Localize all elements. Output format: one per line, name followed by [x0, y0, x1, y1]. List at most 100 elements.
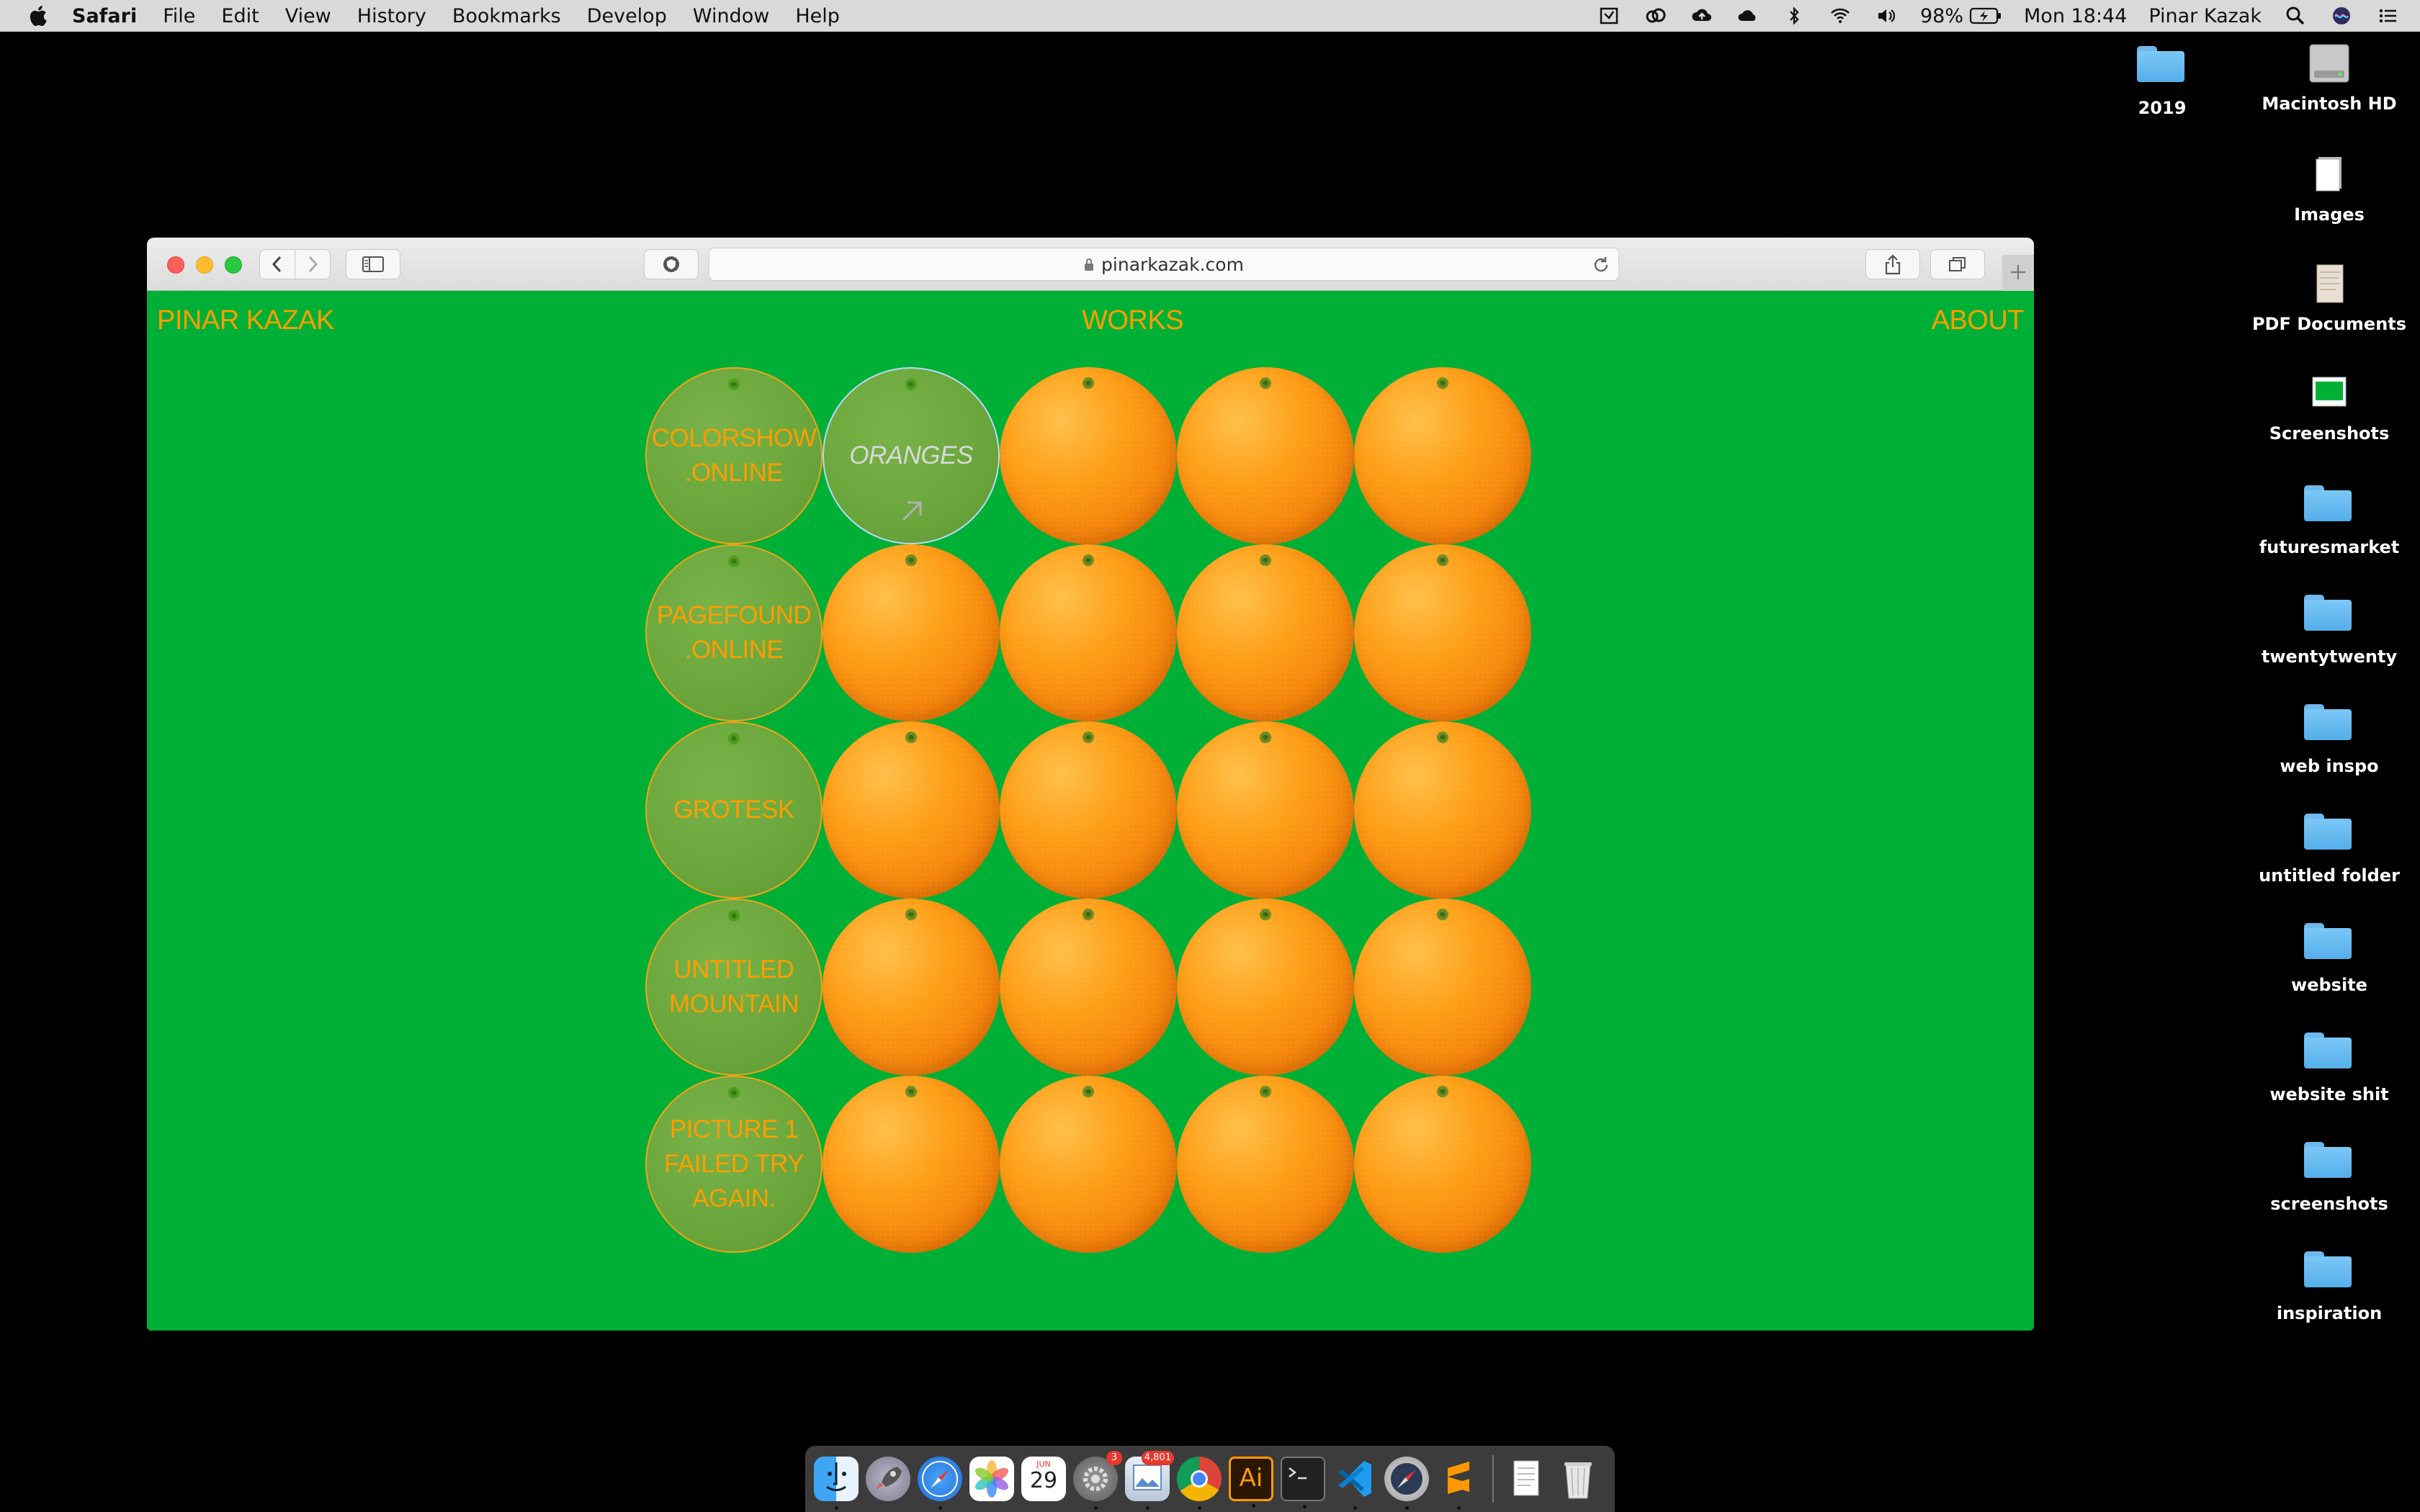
vscode-icon: [1338, 1461, 1371, 1497]
forward-button[interactable]: [295, 249, 331, 279]
menu-window[interactable]: Window: [693, 5, 769, 27]
work-title-line: COLORSHOW: [651, 424, 817, 452]
work-title-line: GROTESK: [673, 796, 794, 824]
desktop-item-screenshots-folder[interactable]: screenshots: [2243, 1138, 2416, 1214]
zoom-window-button[interactable]: [225, 256, 242, 274]
orange-image: [1177, 721, 1354, 899]
desktop-item-pdf-documents[interactable]: PDF Documents: [2243, 262, 2416, 334]
menu-develop[interactable]: Develop: [587, 5, 667, 27]
screen-capture-icon[interactable]: [1597, 5, 1622, 27]
desktop-item-web-inspo[interactable]: web inspo: [2243, 700, 2416, 776]
hard-drive-icon: [2309, 44, 2349, 83]
web-page: PINAR KAZAK WORKS ABOUT COLORSHOW .ONLINE…: [147, 291, 2034, 1331]
orange-image: [1354, 1076, 1531, 1253]
work-oranges[interactable]: ORANGES: [823, 367, 1000, 544]
apple-menu-icon[interactable]: [27, 3, 52, 29]
chrome-icon: [1191, 1470, 1208, 1488]
notification-badge: 4,801: [1141, 1451, 1174, 1465]
dock-chrome[interactable]: [1177, 1457, 1222, 1510]
dock-sublime-text[interactable]: [1436, 1457, 1481, 1510]
nav-about-link[interactable]: ABOUT: [1932, 305, 2025, 336]
desktop-item-futuresmarket[interactable]: futuresmarket: [2243, 481, 2416, 557]
close-window-button[interactable]: [167, 256, 184, 274]
dock-photos[interactable]: [969, 1457, 1014, 1501]
dock-calendar[interactable]: JUN 29: [1021, 1457, 1066, 1501]
orange-image: [1000, 721, 1177, 899]
dock-vscode[interactable]: [1332, 1457, 1377, 1510]
nav-home-link[interactable]: PINAR KAZAK: [157, 305, 334, 336]
desktop-item-label: Macintosh HD: [2262, 94, 2397, 114]
desktop-item-website[interactable]: website: [2243, 919, 2416, 995]
nav-works-link[interactable]: WORKS: [1082, 305, 1184, 336]
desktop-item-twentytwenty[interactable]: twentytwenty: [2243, 590, 2416, 667]
arrow-up-right-icon: [902, 501, 922, 521]
desktop-item-inspiration[interactable]: inspiration: [2243, 1247, 2416, 1323]
dock-safari[interactable]: [918, 1457, 962, 1510]
work-grotesk[interactable]: GROTESK: [645, 721, 823, 899]
menubar-user[interactable]: Pinar Kazak: [2148, 5, 2262, 27]
desktop-item-macintosh-hd[interactable]: Macintosh HD: [2243, 42, 2416, 114]
running-indicator: [1405, 1506, 1409, 1510]
dock-documents-stack[interactable]: [1504, 1457, 1549, 1501]
dock-compass-app[interactable]: [1384, 1457, 1429, 1510]
desktop-item-website-shit[interactable]: website shit: [2243, 1028, 2416, 1104]
minimize-window-button[interactable]: [196, 256, 213, 274]
onedrive-cloud-icon[interactable]: [1736, 5, 1760, 27]
work-pagefound[interactable]: PAGEFOUND .ONLINE: [645, 544, 823, 721]
work-colorshow[interactable]: COLORSHOW .ONLINE: [645, 367, 823, 544]
work-title-line: .ONLINE: [684, 636, 784, 664]
notification-center-icon[interactable]: [2375, 5, 2400, 27]
folder-icon: [2304, 595, 2352, 631]
tab-overview-button[interactable]: [1930, 249, 1985, 279]
spotlight-search-icon[interactable]: [2283, 5, 2308, 27]
battery-charging-icon[interactable]: [1969, 6, 2002, 25]
folder-icon: [2304, 1032, 2352, 1068]
menu-bookmarks[interactable]: Bookmarks: [452, 5, 561, 27]
running-indicator: [1252, 1504, 1255, 1508]
menu-app-safari[interactable]: Safari: [72, 5, 137, 27]
dock-illustrator[interactable]: Ai: [1229, 1457, 1273, 1508]
desktop-item-label: inspiration: [2276, 1303, 2383, 1323]
back-button[interactable]: [259, 249, 295, 279]
work-untitled-mountain[interactable]: UNTITLED MOUNTAIN: [645, 899, 823, 1076]
orange-image: [1177, 367, 1354, 544]
reload-icon[interactable]: [1591, 255, 1611, 275]
desktop-item-label: untitled folder: [2259, 865, 2400, 886]
work-picture-1[interactable]: PICTURE 1 FAILED TRY AGAIN.: [645, 1076, 823, 1253]
orange-image: [823, 544, 1000, 721]
menubar-clock[interactable]: Mon 18:44: [2024, 5, 2127, 27]
running-indicator: [1353, 1506, 1357, 1510]
dock-system-preferences[interactable]: 3: [1073, 1451, 1122, 1510]
dock-finder[interactable]: [814, 1457, 859, 1510]
orange-image: [1177, 1076, 1354, 1253]
desktop-item-untitled-folder[interactable]: untitled folder: [2243, 809, 2416, 886]
dock-trash[interactable]: [1556, 1457, 1600, 1501]
desktop-item-screenshots[interactable]: Screenshots: [2243, 372, 2416, 444]
privacy-extension-button[interactable]: [644, 249, 699, 279]
cloud-upload-icon[interactable]: [1690, 5, 1714, 27]
menu-file[interactable]: File: [163, 5, 195, 27]
menu-history[interactable]: History: [357, 5, 426, 27]
creative-cloud-icon[interactable]: [1644, 5, 1668, 27]
menu-view[interactable]: View: [285, 5, 331, 27]
chevron-right-icon: [308, 256, 318, 273]
dock-terminal[interactable]: [1281, 1457, 1325, 1508]
dock-launchpad[interactable]: [866, 1457, 910, 1501]
new-tab-button[interactable]: [2002, 255, 2034, 291]
desktop-item-2019[interactable]: 2019: [2076, 42, 2249, 118]
desktop-item-images[interactable]: Images: [2243, 153, 2416, 225]
sidebar-toggle-button[interactable]: [346, 249, 400, 279]
orange-image: [1000, 899, 1177, 1076]
menu-help[interactable]: Help: [795, 5, 840, 27]
wifi-icon[interactable]: [1828, 5, 1852, 27]
sidebar-icon: [362, 256, 384, 272]
dock-preview[interactable]: 4,801: [1125, 1451, 1174, 1510]
menu-edit[interactable]: Edit: [221, 5, 259, 27]
bluetooth-icon[interactable]: [1782, 5, 1806, 27]
notification-badge: 3: [1106, 1451, 1122, 1465]
address-bar[interactable]: pinarkazak.com: [709, 248, 1619, 281]
siri-icon[interactable]: [2329, 5, 2354, 27]
menu-bar: Safari File Edit View History Bookmarks …: [0, 0, 2420, 32]
share-button[interactable]: [1865, 249, 1920, 279]
volume-icon[interactable]: [1874, 5, 1899, 27]
